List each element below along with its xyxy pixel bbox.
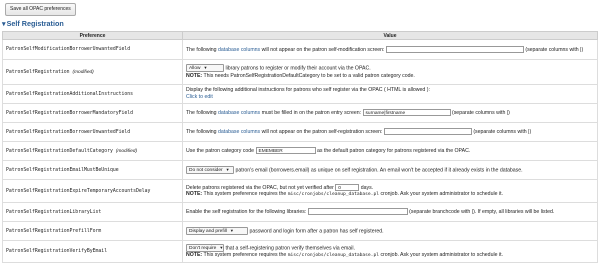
table-row: PatronSelfRegistrationEmailMustBeUnique … [2, 160, 598, 180]
database-columns-link[interactable]: database columns [218, 129, 260, 135]
default-category-input[interactable]: EMEMBER [255, 147, 316, 155]
section-title: Self Registration [6, 19, 64, 28]
database-columns-link[interactable]: database columns [218, 110, 260, 116]
table-row: PatronSelfRegistrationBorrowerMandatoryF… [2, 103, 598, 123]
table-row: PatronSelfRegistrationAdditionalInstruct… [2, 84, 598, 104]
table-row: PatronSelfModificationBorrowerUnwantedFi… [2, 39, 598, 60]
column-header-preference: Preference [2, 31, 183, 40]
preference-name: PatronSelfRegistrationBorrowerMandatoryF… [6, 110, 134, 116]
toolbar: Save all OPAC preferences [0, 0, 600, 20]
preference-name: PatronSelfRegistrationVerifyByEmail [6, 249, 108, 254]
modified-flag: (modified) [72, 69, 94, 75]
save-all-opac-preferences-button[interactable]: Save all OPAC preferences [5, 3, 76, 16]
table-row: PatronSelfRegistrationDefaultCategory (m… [2, 141, 598, 161]
table-row: PatronSelfRegistrationVerifyByEmail Don'… [2, 240, 598, 263]
click-to-edit-link[interactable]: Click to edit [186, 94, 213, 100]
preference-name: PatronSelfRegistrationEmailMustBeUnique [6, 167, 119, 173]
modified-flag: (modified) [115, 148, 138, 154]
table-row: PatronSelfRegistrationBorrowerUnwantedFi… [2, 122, 598, 142]
preference-name: PatronSelfRegistrationExpireTemporaryAcc… [6, 188, 151, 194]
preference-name: PatronSelfRegistrationBorrowerUnwantedFi… [6, 129, 131, 135]
prefill-form-select[interactable]: Display and prefill ▼ [186, 226, 248, 235]
preference-name: PatronSelfRegistrationAdditionalInstruct… [6, 91, 134, 97]
table-row: PatronSelfRegistrationPrefillForm Displa… [2, 221, 598, 241]
table-row: PatronSelfRegistrationLibraryList Enable… [2, 202, 598, 222]
preference-name: PatronSelfRegistration [6, 69, 70, 75]
chevron-down-icon: ▼ [203, 65, 208, 71]
unwanted-field-input[interactable] [383, 128, 472, 136]
verify-by-email-select[interactable]: Don't require ▼ [186, 243, 224, 252]
preference-name: PatronSelfRegistrationDefaultCategory [6, 148, 113, 154]
expire-delay-input[interactable]: 0 [335, 183, 360, 191]
section-header[interactable]: ▾Self Registration [2, 19, 64, 28]
mandatory-field-input[interactable]: surname|firstname [362, 109, 451, 117]
database-columns-link[interactable]: database columns [218, 46, 260, 52]
unwanted-field-input[interactable] [385, 45, 524, 53]
table-row: PatronSelfRegistration (modified) Allow ▼… [2, 59, 598, 85]
preferences-table: Preference Value PatronSelfModificationB… [2, 31, 598, 263]
preference-name: PatronSelfRegistrationLibraryList [6, 209, 102, 215]
collapse-triangle-icon[interactable]: ▾ [2, 19, 6, 28]
column-header-value: Value [182, 31, 598, 40]
chevron-down-icon: ▼ [219, 244, 224, 250]
library-list-input[interactable] [307, 208, 408, 216]
self-registration-select[interactable]: Allow ▼ [186, 64, 224, 73]
preference-name: PatronSelfModificationBorrowerUnwantedFi… [6, 47, 131, 52]
email-unique-select[interactable]: Do not consider ▼ [186, 165, 234, 174]
chevron-down-icon: ▼ [225, 166, 230, 172]
preference-name: PatronSelfRegistrationPrefillForm [6, 228, 102, 234]
table-row: PatronSelfRegistrationExpireTemporaryAcc… [2, 179, 598, 203]
chevron-down-icon: ▼ [229, 227, 234, 233]
